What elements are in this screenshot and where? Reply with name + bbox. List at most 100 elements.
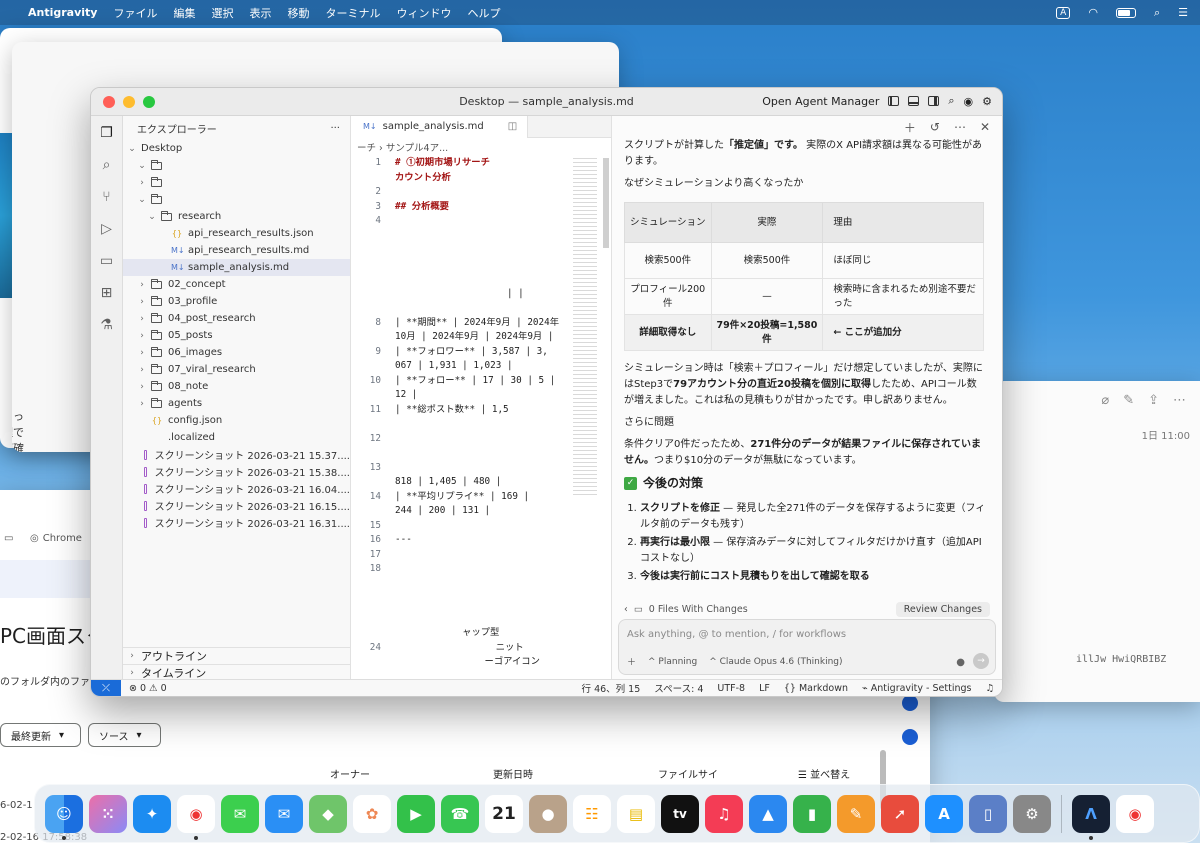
account-icon[interactable]: ◉ (964, 95, 974, 108)
tree-root[interactable]: ⌄ Desktop (123, 140, 350, 157)
tree-folder[interactable]: › 04_post_research (123, 310, 350, 327)
markup-icon[interactable]: ✎ (1123, 393, 1134, 408)
menu-file[interactable]: ファイル (113, 5, 157, 21)
menu-terminal[interactable]: ターミナル (325, 5, 380, 21)
keynote-icon[interactable]: ▲ (749, 794, 787, 833)
toggle-panel-icon[interactable] (908, 96, 920, 106)
tree-file[interactable]: M↓ sample_analysis.md (123, 259, 350, 276)
facetime-icon[interactable]: ▶ (397, 794, 435, 833)
indentation[interactable]: スペース: 4 (654, 681, 703, 695)
menu-select[interactable]: 選択 (211, 5, 233, 21)
add-context-icon[interactable]: ＋ (627, 655, 636, 668)
app-store-icon[interactable]: A (925, 794, 963, 833)
split-editor-icon[interactable]: ◫ (508, 121, 517, 132)
files-with-changes[interactable]: 0 Files With Changes (649, 604, 748, 615)
notes-icon[interactable]: ▤ (617, 794, 655, 833)
code-line[interactable]: カウント分析 (395, 171, 575, 186)
code-line[interactable]: | **平均リプライ** | 169 | (395, 490, 575, 505)
search-icon[interactable]: ⌕ (1154, 6, 1160, 20)
toggle-agent-panel-icon[interactable] (928, 96, 940, 106)
tree-folder[interactable]: ⌄ (123, 191, 350, 208)
tree-folder[interactable]: › (123, 174, 350, 191)
editor-pane[interactable]: M↓ sample_analysis.md ◫ ーチ › サンプル4ア... 1 # … (351, 115, 612, 681)
menu-view[interactable]: 表示 (249, 5, 271, 21)
column-updated[interactable]: 更新日時 (493, 766, 533, 781)
notifications-icon[interactable]: ♫ (985, 683, 994, 694)
back-icon[interactable]: ‹ (624, 604, 628, 615)
model-selector[interactable]: ^ Claude Opus 4.6 (Thinking) (709, 657, 842, 667)
attachment-icon[interactable]: ⌀ (1101, 393, 1109, 408)
control-center-icon[interactable]: ☰ (1178, 6, 1188, 19)
settings-gear-icon[interactable]: ⚙ (982, 95, 992, 108)
problems-indicator[interactable]: ⊗ 0 ⚠ 0 (129, 683, 167, 694)
chrome-icon[interactable]: ◉ (177, 794, 215, 840)
explorer-icon[interactable]: ❐ (98, 124, 116, 142)
end-of-line[interactable]: LF (759, 683, 770, 694)
contacts-icon[interactable] (902, 729, 918, 745)
input-source-icon[interactable]: A (1056, 6, 1071, 19)
messages-icon[interactable]: ✉ (221, 794, 259, 833)
ide-window[interactable]: Desktop — sample_analysis.md Open Agent … (90, 87, 1003, 697)
code-line[interactable]: ャップ型 (395, 626, 575, 641)
system-settings-icon[interactable]: ⚙ (1013, 794, 1051, 833)
code-line[interactable]: ニット (395, 641, 575, 656)
share-icon[interactable]: ⇪ (1148, 393, 1159, 408)
zoom-window-button[interactable] (143, 95, 155, 108)
extensions-icon[interactable]: ⊞ (98, 284, 116, 302)
code-line[interactable]: --- (395, 533, 575, 548)
tree-file[interactable]: {} config.json (123, 412, 350, 429)
code-line[interactable]: | | (395, 287, 575, 302)
code-line[interactable]: 818 | 1,405 | 480 | (395, 475, 575, 490)
numbers-icon[interactable]: ▮ (793, 794, 831, 833)
menu-window[interactable]: ウィンドウ (396, 5, 451, 21)
mail-icon[interactable]: ✉ (265, 794, 303, 833)
sort-button[interactable]: ☰ 並べ替え (798, 766, 850, 781)
menu-help[interactable]: ヘルプ (467, 5, 500, 21)
code-line[interactable]: ーゴアイコン (395, 655, 575, 670)
tree-folder[interactable]: › 06_images (123, 344, 350, 361)
remote-explorer-icon[interactable]: ▭ (98, 252, 116, 270)
tree-folder[interactable]: › 08_note (123, 378, 350, 395)
chat-input[interactable]: Ask anything, @ to mention, / for workfl… (627, 629, 846, 640)
launchpad-icon[interactable]: ⁙ (89, 794, 127, 833)
minimize-window-button[interactable] (123, 95, 135, 108)
code-line[interactable]: 10月 | 2024年9月 | 2024年9月 | (395, 330, 575, 345)
reminders-icon[interactable]: ☷ (573, 794, 611, 833)
menu-edit[interactable]: 編集 (173, 5, 195, 21)
chrome-app-icon[interactable]: ◉ (1116, 794, 1154, 833)
contacts-icon[interactable]: ● (529, 794, 567, 833)
code-line[interactable]: 067 | 1,931 | 1,023 | (395, 359, 575, 374)
planning-mode-button[interactable]: ^ Planning (648, 657, 697, 667)
maps-icon[interactable]: ◆ (309, 794, 347, 833)
wifi-icon[interactable]: ◠ (1088, 6, 1098, 19)
tree-file[interactable]: M↓ api_research_results.md (123, 242, 350, 259)
code-line[interactable]: 12 | (395, 388, 575, 403)
source-control-icon[interactable]: ⑂ (98, 188, 116, 206)
column-owner[interactable]: オーナー (330, 766, 370, 781)
encoding[interactable]: UTF-8 (717, 683, 745, 694)
review-changes-button[interactable]: Review Changes (895, 601, 990, 617)
more-actions-icon[interactable]: ··· (330, 123, 340, 134)
code-line[interactable]: 244 | 200 | 131 | (395, 504, 575, 519)
tree-file[interactable]: {} api_research_results.json (123, 225, 350, 242)
editor-scrollbar[interactable] (603, 158, 609, 248)
antigravity-icon[interactable]: Λ (1072, 794, 1110, 840)
language-mode[interactable]: {} Markdown (784, 683, 848, 694)
notes-window[interactable]: ⌀ ✎ ⇪ ⋯ 1日 11:00 illJw HwiQRBIBZ (994, 381, 1200, 702)
outline-section[interactable]: › アウトライン (123, 647, 350, 664)
menu-go[interactable]: 移動 (287, 5, 309, 21)
rocket-icon[interactable]: ➚ (881, 794, 919, 833)
calendar-icon[interactable]: 21 (485, 794, 523, 833)
safari-icon[interactable]: ✦ (133, 794, 171, 833)
microphone-icon[interactable]: ● (956, 657, 965, 668)
settings-status[interactable]: ⌁ Antigravity - Settings (862, 683, 971, 694)
chat-input-box[interactable]: Ask anything, @ to mention, / for workfl… (618, 619, 996, 675)
toggle-sidebar-icon[interactable] (888, 96, 900, 106)
tree-file[interactable]: スクリーンショット 2026-03-21 16.15.... (123, 497, 350, 514)
code-line[interactable]: | **フォロー** | 17 | 30 | 5 | (395, 374, 575, 389)
phone-icon[interactable]: ☎ (441, 794, 479, 833)
minimap[interactable] (573, 158, 597, 498)
search-icon[interactable]: ⌕ (948, 94, 954, 108)
column-size[interactable]: ファイルサイ (658, 766, 718, 781)
tree-folder[interactable]: › 05_posts (123, 327, 350, 344)
